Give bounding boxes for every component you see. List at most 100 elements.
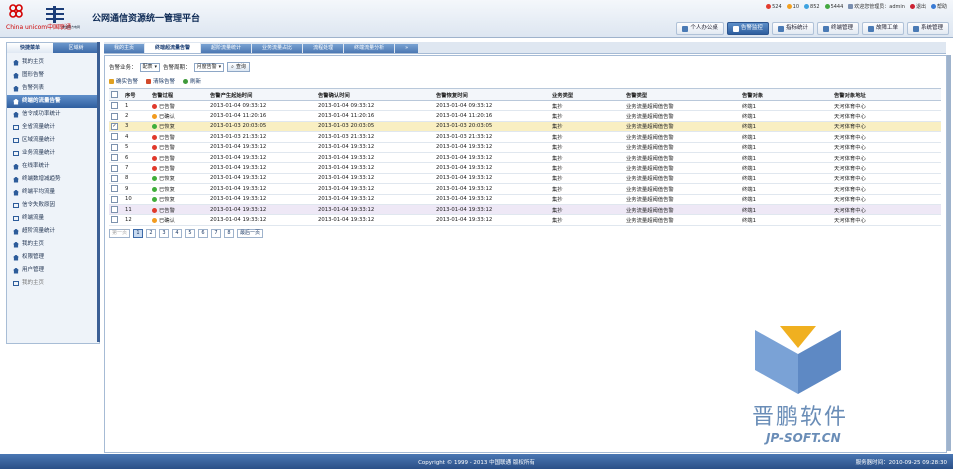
status-count-green[interactable]: 5444 — [824, 3, 843, 10]
sidebar-item[interactable]: 终端流量 — [7, 212, 99, 225]
row-checkbox[interactable]: ✓ — [109, 121, 123, 133]
row-checkbox[interactable] — [109, 142, 123, 153]
page-button[interactable]: 6 — [198, 229, 209, 238]
sidebar-item[interactable]: 告警列表 — [7, 82, 99, 95]
user-icon — [848, 4, 854, 9]
status-count-red[interactable]: 524 — [766, 3, 782, 10]
logout-icon — [909, 4, 915, 9]
row-checkbox[interactable] — [109, 204, 123, 216]
cell-t1: 2013-01-04 19:33:12 — [208, 204, 316, 216]
content-tab[interactable]: 超阶流量统计 — [201, 44, 252, 53]
topnav-terminals[interactable]: 终端管理 — [816, 22, 859, 35]
page-button[interactable]: 1 — [133, 229, 144, 238]
status-dot-icon — [152, 134, 157, 140]
table-row[interactable]: 4 已告警 2013-01-03 21:33:12 2013-01-03 21:33:… — [109, 131, 941, 143]
sidebar-tab-shortcuts[interactable]: 快捷菜单 — [7, 43, 53, 53]
row-checkbox[interactable] — [109, 152, 123, 164]
cell-state: 已恢复 — [150, 183, 208, 195]
scrollbar-thumb[interactable] — [947, 55, 951, 451]
cell-biz: 集抄 — [550, 152, 624, 164]
row-checkbox[interactable] — [109, 162, 123, 174]
row-checkbox[interactable] — [109, 131, 123, 143]
sidebar-item[interactable]: 全省流量统计 — [7, 121, 99, 134]
topnav-work-orders[interactable]: 故障工单 — [861, 22, 904, 35]
table-row[interactable]: 2 已确认 2013-01-04 11:20:16 2013-01-04 11:20:… — [109, 110, 941, 122]
sidebar-item[interactable]: 我的主页 — [7, 238, 99, 251]
cell-type: 业务流量超阈值告警 — [624, 204, 740, 216]
topnav-alarm-monitor[interactable]: 告警监控 — [726, 22, 769, 35]
table-row[interactable]: 7 已告警 2013-01-04 19:33:12 2013-01-04 19:33:… — [109, 162, 941, 174]
page-button[interactable]: 7 — [211, 229, 222, 238]
help-link[interactable]: 帮助 — [930, 3, 947, 10]
main-scrollbar[interactable] — [947, 55, 951, 451]
cell-state: 已恢复 — [150, 194, 208, 205]
content-tab[interactable]: » — [395, 44, 419, 53]
sidebar-item[interactable]: 终端平均流量 — [7, 186, 99, 199]
monitor-icon — [13, 138, 19, 143]
row-checkbox[interactable] — [109, 100, 123, 112]
sidebar-item[interactable]: 我的主页 — [7, 277, 99, 290]
content-tab[interactable]: 终端流量分析 — [344, 44, 395, 53]
row-checkbox[interactable] — [109, 110, 123, 122]
topnav-system[interactable]: 系统管理 — [906, 22, 949, 35]
first-page-button[interactable]: 第一页 — [109, 229, 131, 238]
page-button[interactable]: 5 — [185, 229, 196, 238]
row-checkbox[interactable] — [109, 173, 123, 185]
select-all-checkbox[interactable] — [109, 88, 123, 101]
sidebar-item[interactable]: 图形告警 — [7, 69, 99, 82]
content-tab[interactable]: 业务流量占比 — [252, 44, 303, 53]
sidebar-item[interactable]: 信令失败原因 — [7, 199, 99, 212]
monitor-icon — [13, 125, 19, 130]
sidebar-item[interactable]: 权限管理 — [7, 251, 99, 264]
status-dot-icon — [152, 217, 157, 223]
table-row[interactable]: 1 已告警 2013-01-04 09:33:12 2013-01-04 09:33:… — [109, 100, 941, 112]
table-row[interactable]: 10 已恢复 2013-01-04 19:33:12 2013-01-04 19:33… — [109, 194, 941, 205]
table-row[interactable]: 5 已告警 2013-01-04 19:33:12 2013-01-04 19:33:… — [109, 142, 941, 153]
business-select[interactable]: 配表 ▾ — [139, 62, 161, 72]
refresh-button[interactable]: 刷新 — [183, 77, 201, 85]
page-button[interactable]: 3 — [159, 229, 170, 238]
page-button[interactable]: 4 — [172, 229, 183, 238]
table-row[interactable]: 8 已恢复 2013-01-04 19:33:12 2013-01-04 19:33:… — [109, 173, 941, 185]
cell-obj: 终端1 — [740, 142, 832, 153]
cell-t2: 2013-01-04 19:33:12 — [316, 162, 434, 174]
clear-alarm-button[interactable]: 清除告警 — [146, 77, 175, 85]
sidebar-item[interactable]: 我的主页 — [7, 56, 99, 69]
column-header: 告警对象 — [740, 88, 832, 101]
sidebar-item[interactable]: 信令成功率统计 — [7, 108, 99, 121]
sidebar-item[interactable]: 区域流量统计 — [7, 134, 99, 147]
table-row[interactable]: ✓ 3 已恢复 2013-01-03 20:03:05 2013-01-03 20:03… — [109, 121, 941, 133]
row-checkbox[interactable] — [109, 183, 123, 195]
table-row[interactable]: 11 已告警 2013-01-04 19:33:12 2013-01-04 19:33… — [109, 204, 941, 216]
status-count-orange[interactable]: 10 — [786, 3, 799, 10]
query-button[interactable]: ⌕ 查询 — [227, 62, 250, 72]
sidebar-tab-region-tree[interactable]: 区域树 — [53, 43, 99, 53]
row-checkbox[interactable] — [109, 214, 123, 226]
content-tab[interactable]: 我的主页 — [104, 44, 145, 53]
sidebar-item[interactable]: 终端数增减趋势 — [7, 173, 99, 186]
cell-addr: 天河体育中心 — [832, 152, 941, 164]
row-checkbox[interactable] — [109, 194, 123, 205]
sidebar-item[interactable]: 终端的流量告警 — [7, 95, 99, 108]
logout-link[interactable]: 退出 — [909, 3, 926, 10]
sidebar-item[interactable]: 业务流量统计 — [7, 147, 99, 160]
cell-biz: 集抄 — [550, 214, 624, 226]
sidebar-item[interactable]: 在线率统计 — [7, 160, 99, 173]
sidebar-item[interactable]: 用户管理 — [7, 264, 99, 277]
status-count-blue[interactable]: 852 — [804, 3, 820, 10]
table-row[interactable]: 6 已告警 2013-01-04 19:33:12 2013-01-04 19:33:… — [109, 152, 941, 164]
sidebar-scrollbar[interactable] — [97, 42, 100, 342]
content-tab[interactable]: 流程处理 — [303, 44, 344, 53]
period-select[interactable]: 月度告警 ▾ — [193, 62, 225, 72]
page-button[interactable]: 8 — [224, 229, 235, 238]
page-button[interactable]: 2 — [146, 229, 157, 238]
topnav-metrics[interactable]: 指标统计 — [771, 22, 814, 35]
content-tab[interactable]: 终端超流量告警 — [145, 43, 201, 53]
table-row[interactable]: 12 已确认 2013-01-04 19:33:12 2013-01-04 19:33… — [109, 214, 941, 226]
confirm-alarm-button[interactable]: 确实告警 — [109, 77, 138, 85]
sidebar-item[interactable]: 超阶流量统计 — [7, 225, 99, 238]
topnav-personal-desk[interactable]: 个人办公桌 — [676, 22, 724, 35]
last-page-button[interactable]: 最后一页 — [237, 229, 264, 238]
table-row[interactable]: 9 已恢复 2013-01-04 19:33:12 2013-01-04 19:33:… — [109, 183, 941, 195]
action-toolbar: 确实告警 清除告警 刷新 — [109, 77, 201, 85]
